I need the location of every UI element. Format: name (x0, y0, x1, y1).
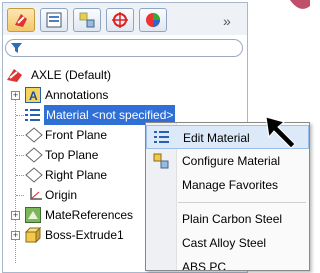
expand-toggle[interactable]: + (11, 91, 20, 100)
tree-item-label: Top Plane (45, 148, 99, 162)
display-manager-icon (146, 13, 160, 27)
menu-item-plain-carbon-steel[interactable]: Plain Carbon Steel (146, 207, 309, 231)
expand-toggle[interactable]: + (11, 211, 20, 220)
plane-icon (25, 127, 43, 143)
part-icon (7, 69, 22, 82)
annotations-icon: A (25, 87, 41, 103)
tree-item-label: Right Plane (45, 168, 108, 182)
configurationmanager-icon (79, 12, 95, 28)
tree-item-label: Origin (45, 188, 78, 202)
tree-connector (16, 195, 24, 196)
origin-icon (30, 188, 42, 200)
tree-item-matereferences[interactable]: + MateReferences (3, 205, 148, 225)
menu-item-abs-pc[interactable]: ABS PC (146, 255, 309, 270)
mouse-pointer-icon (265, 116, 296, 149)
propertymanager-tab[interactable] (40, 8, 68, 32)
tree-connector (16, 175, 24, 176)
panel-toolbar: » (3, 3, 247, 35)
menu-item-label: ABS PC (182, 260, 227, 270)
tree-item-label: Boss-Extrude1 (45, 228, 124, 242)
tree-connector (16, 115, 24, 116)
menu-item-label: Configure Material (182, 154, 281, 168)
dimxpert-icon (112, 12, 128, 28)
tree-item-boss-extrude1[interactable]: + Boss-Extrude1 (3, 225, 148, 245)
featuremanager-icon (15, 14, 27, 27)
plane-icon (25, 147, 43, 163)
configure-icon (153, 153, 169, 169)
tree-root-label: AXLE (Default) (31, 68, 112, 82)
featuremanager-tab[interactable] (7, 8, 35, 32)
dimxpert-tab[interactable] (106, 8, 134, 32)
extrude-icon (25, 227, 41, 243)
tree-item-label: MateReferences (45, 208, 134, 222)
menu-item-label: Plain Carbon Steel (182, 212, 283, 226)
matereferences-icon (25, 207, 41, 223)
tabs-overflow-chevron[interactable]: » (223, 13, 231, 29)
menu-item-label: Edit Material (183, 131, 250, 145)
display-manager-tab[interactable] (139, 8, 167, 32)
menu-separator (178, 202, 306, 203)
menu-item-label: Cast Alloy Steel (182, 236, 267, 250)
tree-connector (16, 155, 24, 156)
tree-item-label: Front Plane (45, 128, 108, 142)
menu-item-configure-material[interactable]: Configure Material (146, 149, 309, 173)
svg-text:A: A (29, 89, 38, 103)
tree-connector (16, 135, 24, 136)
tree-item-annotations[interactable]: + A Annotations (3, 85, 203, 105)
corner-graphic (290, 0, 310, 9)
material-icon (25, 109, 40, 121)
plane-icon (25, 167, 43, 183)
menu-item-cast-alloy-steel[interactable]: Cast Alloy Steel (146, 231, 309, 255)
menu-item-manage-favorites[interactable]: Manage Favorites (146, 173, 309, 197)
configurationmanager-tab[interactable] (73, 8, 101, 32)
filter-icon (11, 43, 22, 53)
edit-material-icon (154, 131, 169, 143)
tree-item-label: Annotations (45, 88, 109, 102)
menu-item-label: Manage Favorites (182, 178, 279, 192)
tree-filter-field[interactable] (5, 39, 243, 57)
expand-toggle[interactable]: + (11, 231, 20, 240)
propertymanager-icon (46, 12, 62, 28)
